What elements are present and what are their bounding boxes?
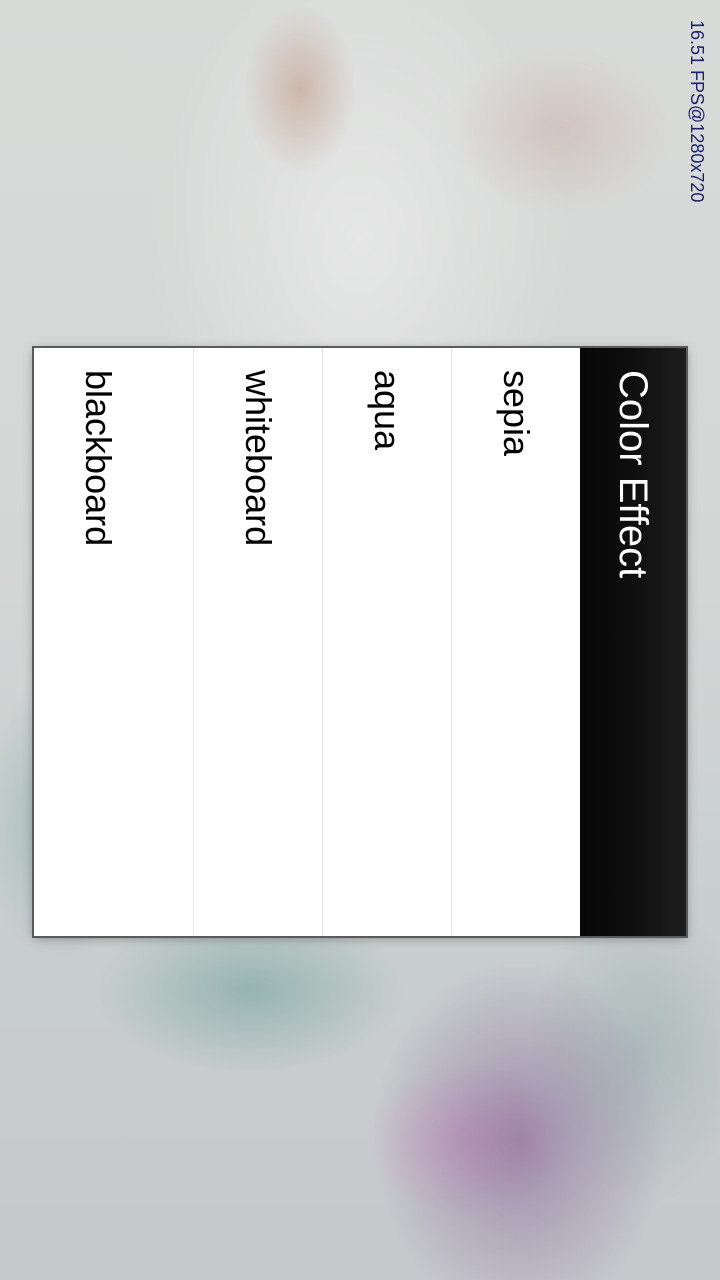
option-blackboard[interactable]: blackboard (34, 348, 193, 936)
color-effect-options-list: sepia aqua whiteboard blackboard (34, 348, 580, 936)
option-label: aqua (367, 370, 408, 451)
dialog-title: Color Effect (611, 370, 655, 579)
color-effect-dialog: Color Effect sepia aqua whiteboard black… (34, 348, 686, 936)
option-label: sepia (496, 370, 537, 457)
option-label: blackboard (78, 370, 119, 547)
option-aqua[interactable]: aqua (322, 348, 451, 936)
camera-screen: 16.51 FPS@1280x720 Color Effect sepia aq… (0, 0, 720, 1280)
option-whiteboard[interactable]: whiteboard (193, 348, 322, 936)
option-sepia[interactable]: sepia (451, 348, 580, 936)
dialog-title-bar: Color Effect (580, 348, 686, 936)
fps-overlay: 16.51 FPS@1280x720 (686, 20, 708, 220)
fps-overlay-text: 16.51 FPS@1280x720 (687, 20, 707, 203)
option-label: whiteboard (238, 370, 279, 547)
